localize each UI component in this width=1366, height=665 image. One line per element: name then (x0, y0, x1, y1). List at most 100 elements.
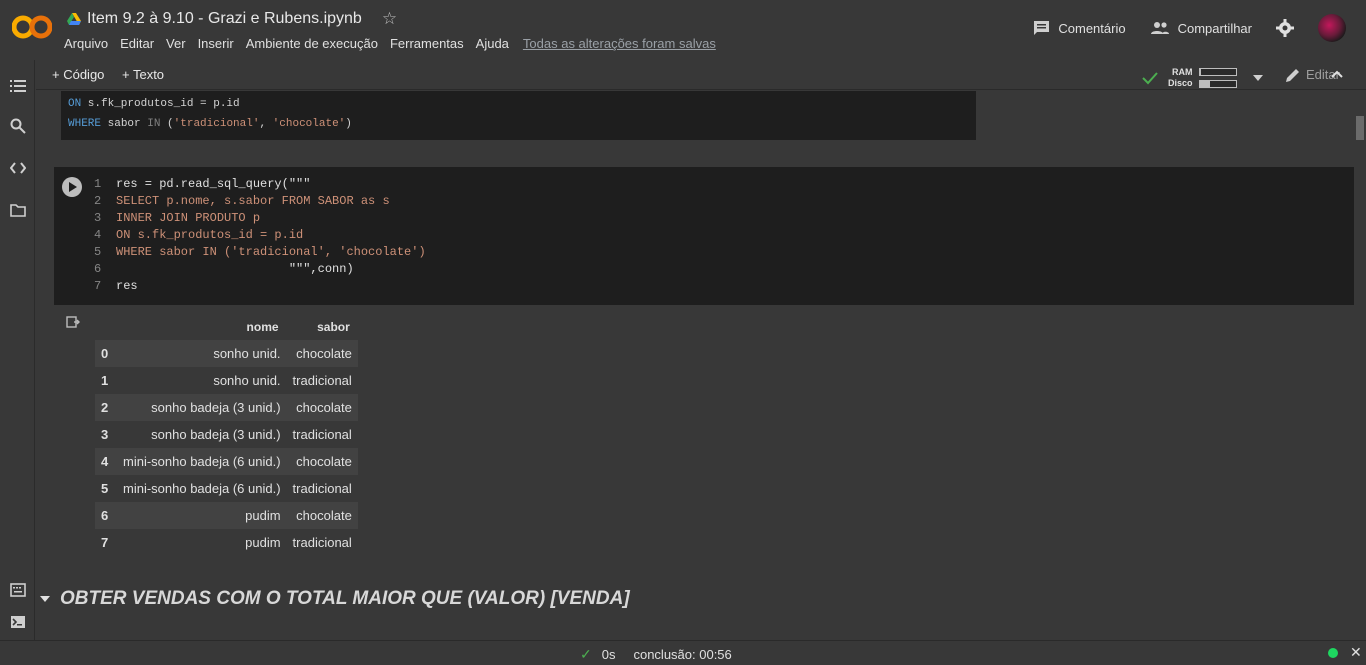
add-text-button[interactable]: + Texto (122, 67, 164, 82)
cell-sabor: tradicional (292, 373, 352, 388)
output-actions-icon[interactable] (66, 316, 80, 328)
share-label: Compartilhar (1177, 20, 1252, 36)
notebook-toolbar: + Código + Texto RAM Disco Editar (36, 60, 1366, 90)
table-row: 2 sonho badeja (3 unid.) chocolate (95, 394, 358, 421)
ram-label: RAM (1172, 67, 1193, 77)
pencil-icon (1286, 68, 1299, 82)
code-text: WHERE sabor IN ('tradicional', 'chocolat… (116, 245, 426, 259)
cell-nome: sonho unid. (117, 340, 287, 367)
code-snippets-icon[interactable] (10, 160, 26, 176)
cell-sabor: tradicional (292, 427, 352, 442)
menu-arquivo[interactable]: Arquivo (64, 36, 108, 51)
cell-nome: sonho badeja (3 unid.) (151, 427, 281, 442)
run-cell-button[interactable] (62, 177, 82, 197)
scrollbar[interactable] (1354, 91, 1366, 640)
code-text: , (259, 118, 273, 130)
row-index: 6 (95, 502, 117, 529)
sql-keyword: IN (147, 118, 161, 130)
table-row: 6 pudim chocolate (95, 502, 358, 529)
runtime-status-dot[interactable] (1328, 648, 1338, 658)
column-header-sabor: sabor (317, 319, 350, 334)
top-bar: Item 9.2 à 9.10 - Grazi e Rubens.ipynb ☆… (0, 0, 1366, 60)
comment-button[interactable]: Comentário (1033, 20, 1126, 36)
gear-icon[interactable] (1276, 19, 1294, 37)
cell-nome: mini-sonho badeja (6 unid.) (123, 481, 281, 496)
line-number: 4 (94, 228, 102, 242)
people-icon (1150, 22, 1169, 34)
code-text: res = pd.read_sql_query(""" (116, 177, 311, 191)
cell-sabor: chocolate (286, 502, 358, 529)
code-text: """,conn) (116, 262, 354, 276)
table-row: 3 sonho badeja (3 unid.) tradicional (95, 421, 358, 448)
star-icon[interactable]: ☆ (382, 9, 397, 29)
check-icon: ✓ (580, 646, 592, 662)
row-index: 0 (95, 340, 117, 367)
table-row: 7 pudim tradicional (95, 529, 358, 556)
folder-icon[interactable] (10, 202, 26, 218)
sql-keyword: ON (68, 98, 82, 110)
cell-nome: sonho badeja (3 unid.) (117, 394, 287, 421)
code-line: 7 res (94, 278, 426, 295)
save-status-link[interactable]: Todas as alterações foram salvas (523, 36, 716, 51)
cell-nome: pudim (117, 502, 287, 529)
code-line: 5 WHERE sabor IN ('tradicional', 'chocola… (94, 244, 426, 261)
disk-label: Disco (1168, 78, 1193, 88)
disk-bar (1198, 80, 1237, 88)
chevron-up-icon[interactable] (1331, 70, 1343, 78)
menu-editar[interactable]: Editar (120, 36, 154, 51)
row-index: 4 (95, 448, 117, 475)
execution-duration: 0s (601, 647, 616, 662)
cell-sabor: tradicional (292, 481, 352, 496)
code-editor[interactable]: 1 res = pd.read_sql_query(""" 2 SELECT p.n… (94, 176, 426, 295)
menu-ambiente-execucao[interactable]: Ambiente de execução (246, 36, 378, 51)
table-of-contents-icon[interactable] (10, 78, 26, 94)
check-icon (1142, 72, 1158, 85)
index-header (95, 313, 117, 340)
previous-code-cell[interactable]: ON s.fk_produtos_id = p.id WHERE sabor I… (61, 91, 976, 140)
table-row: 0 sonho unid. chocolate (95, 340, 358, 367)
close-icon[interactable]: ✕ (1350, 644, 1362, 661)
row-index: 2 (95, 394, 117, 421)
code-text: ( (160, 118, 174, 130)
comment-icon (1034, 21, 1050, 35)
code-text: ) (345, 118, 352, 130)
table-row: 5 mini-sonho badeja (6 unid.) tradicional (95, 475, 358, 502)
colab-logo[interactable] (12, 12, 52, 42)
menu-ver[interactable]: Ver (166, 36, 186, 51)
avatar[interactable] (1318, 14, 1346, 42)
status-bar: ✓ 0s conclusão: 00:56 ✕ (0, 640, 1366, 665)
cell-sabor: chocolate (286, 394, 358, 421)
menu-ferramentas[interactable]: Ferramentas (390, 36, 464, 51)
search-icon[interactable] (10, 118, 26, 134)
menu-ajuda[interactable]: Ajuda (476, 36, 509, 51)
terminal-icon[interactable] (10, 614, 26, 630)
section-title: OBTER VENDAS COM O TOTAL MAIOR QUE (VALO… (60, 588, 630, 609)
column-header-nome: nome (246, 319, 279, 334)
dataframe-output: nome sabor 0 sonho unid. chocolate 1 sonho … (95, 313, 358, 556)
scrollbar-thumb[interactable] (1356, 116, 1364, 140)
notebook-title[interactable]: Item 9.2 à 9.10 - Grazi e Rubens.ipynb (87, 10, 362, 28)
code-line: 1 res = pd.read_sql_query(""" (94, 176, 426, 193)
code-cell[interactable]: 1 res = pd.read_sql_query(""" 2 SELECT p.n… (54, 167, 1354, 305)
table-header-row: nome sabor (95, 313, 358, 340)
cell-nome: pudim (245, 535, 281, 550)
row-index: 1 (101, 373, 109, 388)
menu-inserir[interactable]: Inserir (198, 36, 234, 51)
execution-completion: conclusão: 00:56 (633, 647, 732, 662)
share-button[interactable]: Compartilhar (1150, 21, 1252, 36)
google-drive-icon[interactable] (67, 13, 81, 25)
add-code-button[interactable]: + Código (52, 67, 104, 82)
command-palette-icon[interactable] (10, 582, 26, 598)
menu-bar: Arquivo Editar Ver Inserir Ambiente de e… (64, 36, 716, 51)
resources-indicator[interactable]: RAM Disco (1142, 67, 1263, 89)
code-text: res (116, 279, 138, 293)
ram-bar (1198, 68, 1237, 76)
collapse-caret-icon[interactable] (40, 596, 50, 602)
section-heading[interactable]: OBTER VENDAS COM O TOTAL MAIOR QUE (VALO… (40, 588, 630, 610)
row-index: 5 (101, 481, 109, 496)
table-row: 4 mini-sonho badeja (6 unid.) chocolate (95, 448, 358, 475)
code-text: INNER JOIN PRODUTO p (116, 211, 261, 225)
line-number: 3 (94, 211, 102, 225)
row-index: 7 (101, 535, 109, 550)
chevron-down-icon[interactable] (1252, 75, 1263, 81)
